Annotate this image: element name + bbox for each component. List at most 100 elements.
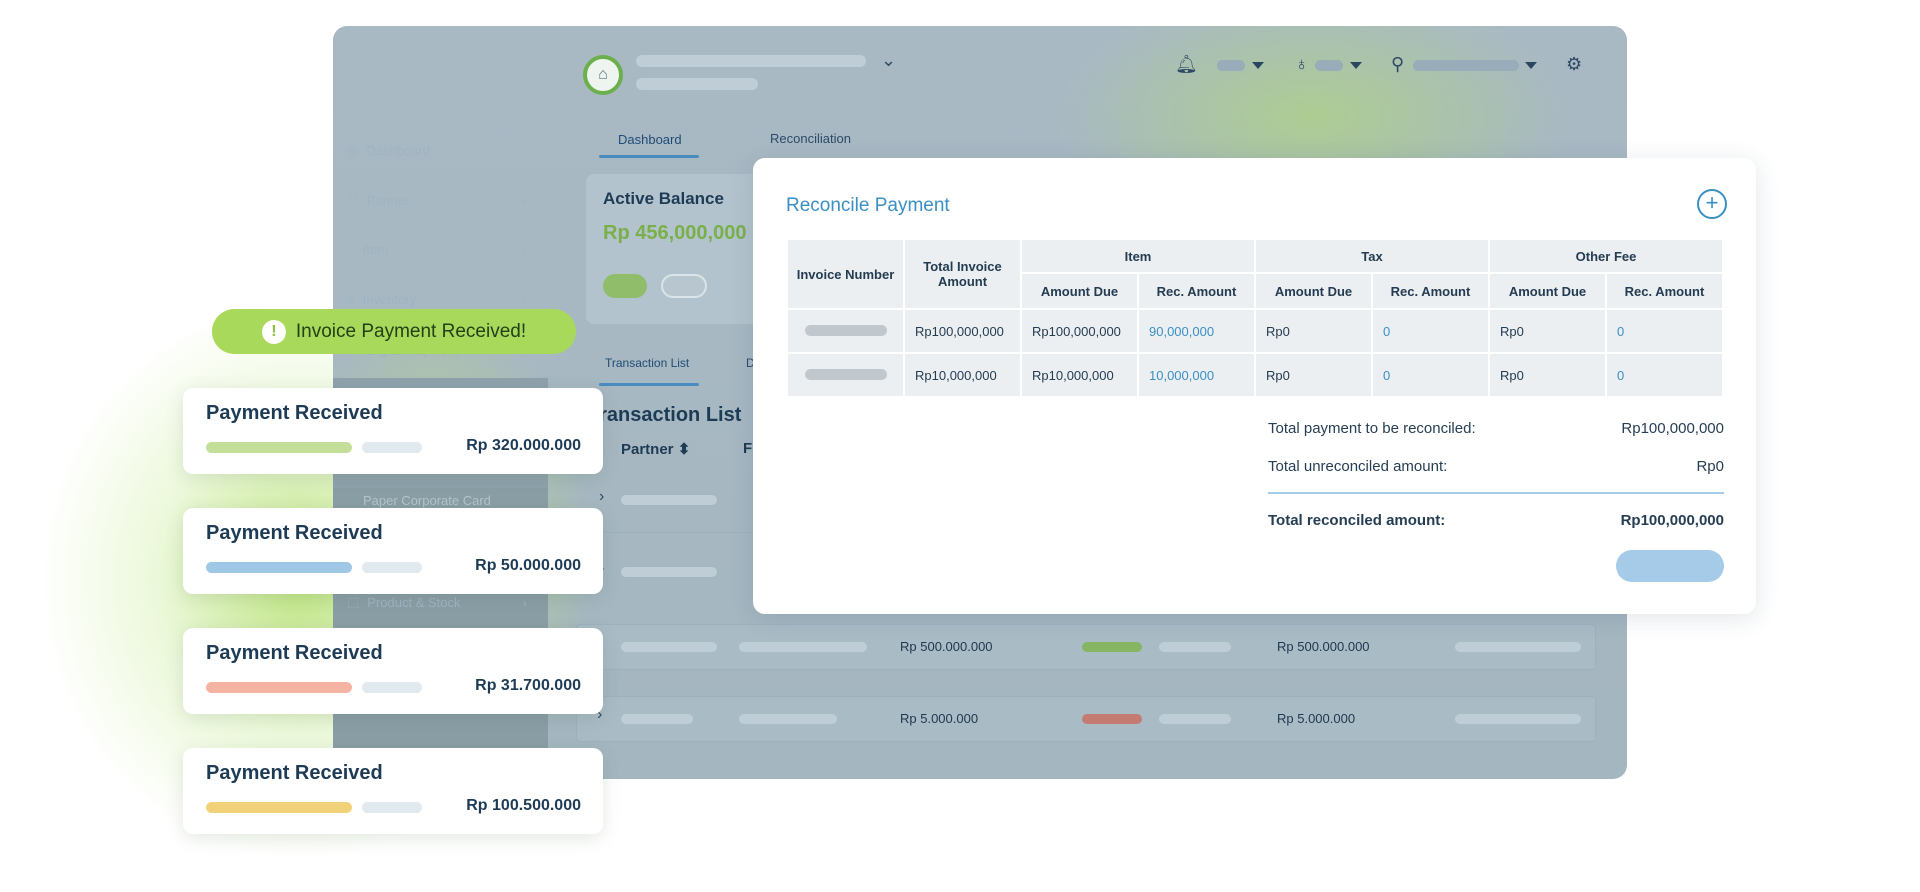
inventory-icon: ≡	[347, 292, 355, 307]
payment-amount: Rp 100.500.000	[466, 797, 581, 814]
item-rec-input[interactable]: 90,000,000	[1139, 310, 1254, 352]
item-rec-input[interactable]: 10,000,000	[1139, 354, 1254, 396]
chevron-right-icon: ›	[522, 594, 527, 610]
tax-rec-input[interactable]: 0	[1373, 354, 1488, 396]
user-icon[interactable]: ⚲	[1391, 54, 1404, 75]
column-header-2[interactable]: F	[743, 440, 752, 457]
caret-down-icon[interactable]	[1252, 62, 1264, 69]
invoice-number-placeholder	[804, 324, 887, 336]
column-header-partner[interactable]: Partner ⬍	[621, 440, 690, 458]
subtab-active-indicator	[599, 383, 699, 386]
sidebar-item-product-stock[interactable]: ⬚ Product & Stock ›	[347, 594, 527, 610]
field-placeholder	[739, 714, 837, 724]
sidebar-subitem-corporate-card[interactable]: Paper Corporate Card	[363, 493, 543, 508]
tab-transaction-list[interactable]: Transaction List	[605, 356, 689, 370]
invoice-number-cell	[788, 310, 903, 352]
field-placeholder	[739, 642, 867, 652]
award-count-placeholder	[1315, 60, 1343, 71]
user-name-placeholder	[1413, 60, 1519, 71]
chevron-right-icon: ›	[522, 192, 527, 208]
table-row[interactable]: › Rp 500.000.000 Rp 500.000.000	[576, 624, 1596, 670]
caret-down-icon[interactable]	[1350, 62, 1362, 69]
add-icon[interactable]: +	[1697, 189, 1727, 219]
partner-placeholder	[621, 642, 717, 652]
item-due-cell: Rp100,000,000	[1022, 310, 1137, 352]
tax-due-cell: Rp0	[1256, 310, 1371, 352]
partner-placeholder	[621, 714, 693, 724]
sidebar-item-item[interactable]: ◌ Item ›	[347, 242, 527, 257]
tab-dashboard[interactable]: Dashboard	[618, 132, 682, 147]
to-be-reconciled-label: Total payment to be reconciled:	[1268, 420, 1476, 437]
payment-color-bar	[206, 442, 352, 453]
payment-placeholder-bar	[362, 562, 422, 573]
reconcile-payment-modal: Reconcile Payment + Invoice Number Total…	[753, 158, 1756, 614]
fee-rec-input[interactable]: 0	[1607, 354, 1722, 396]
field-placeholder	[1159, 642, 1231, 652]
payment-card[interactable]: Payment Received Rp 320.000.000	[183, 388, 603, 474]
card-button[interactable]	[661, 274, 707, 298]
status-badge	[1082, 714, 1142, 724]
header-item-amount-due: Amount Due	[1022, 274, 1137, 308]
dashboard-icon: ◎	[347, 142, 359, 157]
amount: Rp 500.000.000	[900, 639, 993, 654]
fee-rec-input[interactable]: 0	[1607, 310, 1722, 352]
header-fee-rec-amount: Rec. Amount	[1607, 274, 1722, 308]
notification-count-placeholder	[1217, 60, 1245, 71]
chevron-right-icon[interactable]: ›	[599, 488, 604, 506]
sort-icon[interactable]: ⬍	[678, 441, 691, 458]
header-tax: Tax	[1256, 240, 1488, 272]
item-icon: ◌	[347, 242, 355, 257]
table-row: Rp100,000,000 Rp100,000,000 90,000,000 R…	[788, 310, 1722, 352]
chevron-right-icon: ›	[522, 242, 527, 257]
sidebar-item-partner[interactable]: ⚇ Partner ›	[347, 192, 527, 208]
sidebar-item-inventory[interactable]: ≡ Inventory ›	[347, 292, 527, 307]
header-other-fee: Other Fee	[1490, 240, 1722, 272]
transaction-list-title: Transaction List	[588, 404, 742, 426]
store-icon[interactable]: ⌂	[583, 55, 623, 95]
payment-card[interactable]: Payment Received Rp 31.700.000	[183, 628, 603, 714]
tax-due-cell: Rp0	[1256, 354, 1371, 396]
balance-value: Rp 456,000,000	[603, 222, 747, 244]
chevron-down-icon[interactable]: ⌄	[881, 50, 896, 71]
payment-card-title: Payment Received	[206, 762, 383, 784]
sidebar-item-dashboard[interactable]: ◎ Dashboard	[347, 142, 527, 158]
total-cell: Rp10,000,000	[905, 354, 1020, 396]
submit-button[interactable]	[1616, 550, 1724, 582]
header-tax-rec-amount: Rec. Amount	[1373, 274, 1488, 308]
payment-card-title: Payment Received	[206, 642, 383, 664]
chevron-right-icon: ›	[522, 292, 527, 307]
fee-due-cell: Rp0	[1490, 354, 1605, 396]
bell-icon[interactable]: 🔔︎	[1175, 54, 1198, 75]
alert-icon: !	[261, 319, 286, 344]
payment-amount: Rp 31.700.000	[475, 677, 581, 694]
caret-down-icon[interactable]	[1525, 62, 1537, 69]
wallet-button[interactable]	[603, 274, 647, 298]
payment-placeholder-bar	[362, 682, 422, 693]
unreconciled-label: Total unreconciled amount:	[1268, 458, 1448, 475]
reconciled-label: Total reconciled amount:	[1268, 512, 1446, 529]
header-item: Item	[1022, 240, 1254, 272]
tab-active-indicator	[599, 155, 699, 158]
tab-reconciliation[interactable]: Reconciliation	[770, 131, 851, 146]
award-icon[interactable]: ♁	[1295, 54, 1309, 75]
field-placeholder	[1455, 714, 1581, 724]
payment-color-bar	[206, 682, 352, 693]
table-row[interactable]: › Rp 5.000.000 Rp 5.000.000	[576, 696, 1596, 742]
item-due-cell: Rp10,000,000	[1022, 354, 1137, 396]
company-name-placeholder	[636, 55, 866, 67]
payment-card-title: Payment Received	[206, 522, 383, 544]
column-label: Partner	[621, 441, 674, 458]
gear-icon[interactable]: ⚙	[1566, 54, 1582, 75]
tax-rec-input[interactable]: 0	[1373, 310, 1488, 352]
payment-card[interactable]: Payment Received Rp 100.500.000	[183, 748, 603, 834]
header-invoice-number: Invoice Number	[788, 240, 903, 308]
sidebar-item-label: Product & Stock	[367, 594, 461, 610]
sidebar-item-label: Paper Corporate Card	[363, 493, 491, 508]
invoice-notification[interactable]: ! Invoice Payment Received!	[212, 309, 576, 354]
payment-placeholder-bar	[362, 802, 422, 813]
payment-card[interactable]: Payment Received Rp 50.000.000	[183, 508, 603, 594]
sidebar-item-label: Inventory	[362, 292, 417, 307]
amount: Rp 5.000.000	[900, 711, 979, 726]
invoice-number-cell	[788, 354, 903, 396]
company-subtitle-placeholder	[636, 78, 758, 90]
